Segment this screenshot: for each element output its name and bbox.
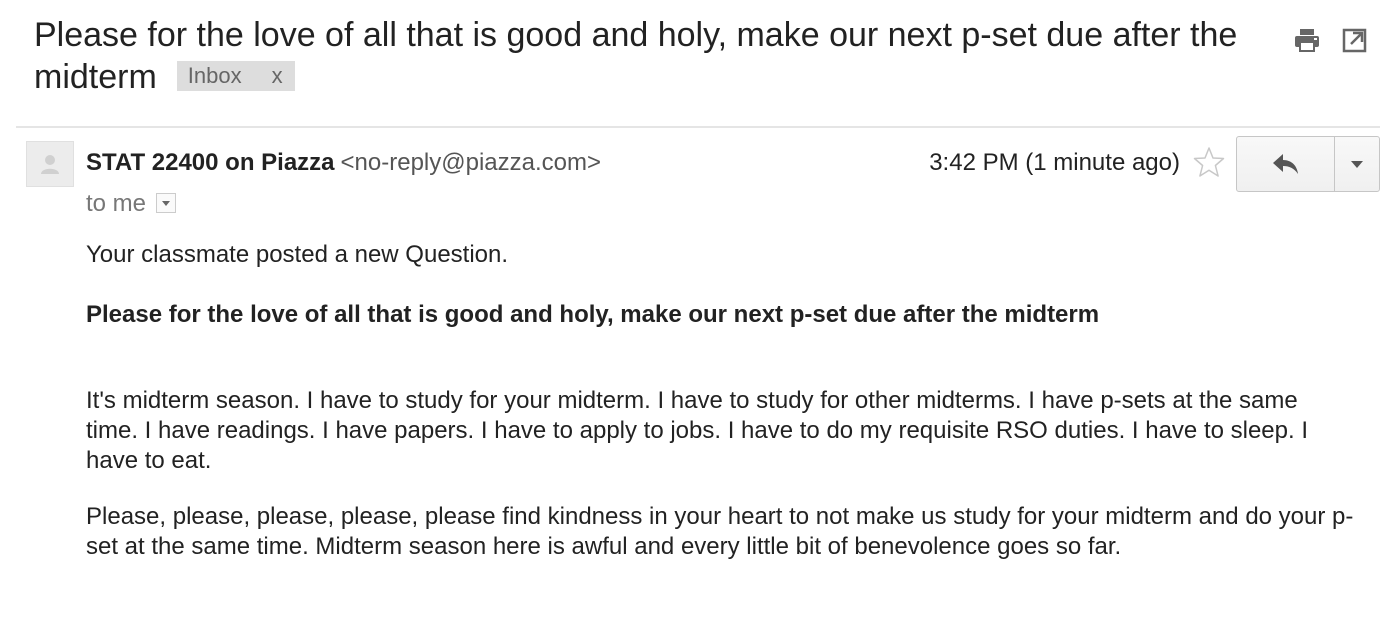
reply-button[interactable] [1237, 137, 1335, 191]
body-paragraph: Please, please, please, please, please f… [86, 503, 1354, 560]
label-text: Inbox [187, 63, 242, 89]
print-icon[interactable] [1292, 26, 1322, 54]
body-paragraph: It's midterm season. I have to study for… [86, 387, 1309, 474]
more-options-button[interactable] [1335, 137, 1379, 191]
email-subject: Please for the love of all that is good … [34, 14, 1284, 98]
chevron-down-icon [1351, 161, 1363, 168]
person-icon [41, 155, 59, 174]
reply-button-group [1236, 136, 1380, 192]
email-timestamp: 3:42 PM (1 minute ago) [929, 149, 1180, 176]
star-icon[interactable] [1193, 146, 1225, 178]
question-title: Please for the love of all that is good … [86, 301, 1100, 328]
sender-email: <no-reply@piazza.com> [340, 149, 602, 176]
avatar[interactable] [26, 141, 74, 187]
recipient-line: to me [86, 189, 177, 219]
recipient-text: to me [86, 190, 147, 217]
label-inbox[interactable]: Inbox x [176, 61, 295, 92]
body-intro: Your classmate posted a new Question. [86, 241, 509, 268]
header-divider [16, 126, 1380, 128]
reply-icon [1272, 154, 1298, 174]
sender-line: STAT 22400 on Piazza <no-reply@piazza.com… [86, 148, 601, 178]
sender-name[interactable]: STAT 22400 on Piazza [86, 149, 335, 176]
show-details-button[interactable] [156, 192, 177, 213]
remove-label-button[interactable]: x [272, 63, 283, 88]
new-window-icon[interactable] [1340, 26, 1370, 54]
